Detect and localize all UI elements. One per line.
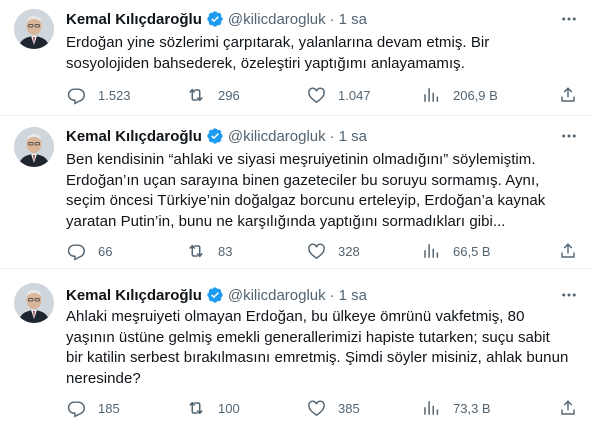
timestamp[interactable]: 1 sa	[339, 11, 367, 28]
more-options-icon[interactable]	[557, 285, 581, 305]
like-count: 1.047	[338, 87, 371, 103]
author-handle[interactable]: @kilicdarogluk	[228, 128, 326, 145]
like-button[interactable]: 328	[306, 240, 360, 262]
views-button[interactable]: 66,5 B	[421, 240, 491, 262]
separator-dot: ·	[329, 286, 335, 304]
like-count: 385	[338, 400, 360, 416]
tweet-header: Kemal Kılıçdaroğlu @kilicdarogluk · 1 sa	[66, 9, 367, 29]
retweet-count: 296	[218, 87, 240, 103]
reply-count: 185	[98, 400, 120, 416]
reply-button[interactable]: 66	[66, 240, 112, 262]
reply-icon	[66, 398, 86, 418]
verified-badge-icon	[206, 10, 224, 28]
avatar[interactable]	[14, 283, 54, 323]
views-icon	[421, 398, 441, 418]
retweet-icon	[186, 398, 206, 418]
share-icon	[558, 241, 578, 261]
tweet[interactable]: Kemal Kılıçdaroğlu @kilicdarogluk · 1 sa…	[0, 0, 593, 116]
tweet-text: Erdoğan yine sözlerimi çarpıtarak, yalan…	[66, 33, 581, 74]
like-icon	[306, 398, 326, 418]
views-button[interactable]: 206,9 B	[421, 84, 498, 106]
tweet-actions: 66 83 328 66,5 B	[66, 240, 581, 262]
reply-icon	[66, 241, 86, 261]
tweet-text-line: Ahlaki meşruiyeti olmayan Erdoğan, bu ül…	[66, 308, 525, 325]
timestamp[interactable]: 1 sa	[339, 128, 367, 145]
tweet-actions: 185 100 385 73,3 B	[66, 397, 581, 419]
views-icon	[421, 241, 441, 261]
share-button[interactable]	[558, 84, 578, 106]
tweet-header: Kemal Kılıçdaroğlu @kilicdarogluk · 1 sa	[66, 285, 367, 305]
views-icon	[421, 85, 441, 105]
retweet-button[interactable]: 100	[186, 397, 240, 419]
tweet[interactable]: Kemal Kılıçdaroğlu @kilicdarogluk · 1 sa…	[0, 116, 593, 269]
tweet-actions: 1.523 296 1.047 206,9 B	[66, 84, 581, 106]
retweet-button[interactable]: 296	[186, 84, 240, 106]
tweet-text-line: bir katilin serbest bırakılmasını emretm…	[66, 349, 569, 366]
tweet-text-line: seçim öncesi Türkiye’nin doğalgaz borcun…	[66, 192, 546, 209]
reply-button[interactable]: 185	[66, 397, 120, 419]
separator-dot: ·	[329, 127, 335, 145]
views-count: 73,3 B	[453, 400, 491, 416]
avatar[interactable]	[14, 9, 54, 49]
author-handle[interactable]: @kilicdarogluk	[228, 287, 326, 304]
verified-badge-icon	[206, 286, 224, 304]
more-options-icon[interactable]	[557, 126, 581, 146]
retweet-count: 83	[218, 243, 233, 259]
like-icon	[306, 85, 326, 105]
views-count: 66,5 B	[453, 243, 491, 259]
separator-dot: ·	[329, 10, 335, 28]
like-icon	[306, 241, 326, 261]
more-options-icon[interactable]	[557, 9, 581, 29]
avatar[interactable]	[14, 127, 54, 167]
reply-button[interactable]: 1.523	[66, 84, 131, 106]
reply-count: 66	[98, 243, 113, 259]
like-button[interactable]: 1.047	[306, 84, 371, 106]
reply-count: 1.523	[98, 87, 131, 103]
share-icon	[558, 398, 578, 418]
tweet-text-line: Ben kendisinin “ahlaki ve siyasi meşruiy…	[66, 151, 536, 168]
retweet-button[interactable]: 83	[186, 240, 232, 262]
author-name[interactable]: Kemal Kılıçdaroğlu	[66, 128, 202, 145]
retweet-icon	[186, 85, 206, 105]
tweet-thread: Kemal Kılıçdaroğlu @kilicdarogluk · 1 sa…	[0, 0, 593, 424]
author-handle[interactable]: @kilicdarogluk	[228, 11, 326, 28]
author-name[interactable]: Kemal Kılıçdaroğlu	[66, 11, 202, 28]
tweet-text-line: neresinde?	[66, 369, 141, 387]
share-button[interactable]	[558, 240, 578, 262]
tweet[interactable]: Kemal Kılıçdaroğlu @kilicdarogluk · 1 sa…	[0, 269, 593, 424]
timestamp[interactable]: 1 sa	[339, 287, 367, 304]
tweet-text: Ahlaki meşruiyeti olmayan Erdoğan, bu ül…	[66, 307, 581, 389]
tweet-text: Ben kendisinin “ahlaki ve siyasi meşruiy…	[66, 150, 581, 232]
tweet-text-line: yaşının üstüne gelmiş emekli generalleri…	[66, 328, 550, 346]
like-count: 328	[338, 243, 360, 259]
like-button[interactable]: 385	[306, 397, 360, 419]
share-icon	[558, 85, 578, 105]
verified-badge-icon	[206, 127, 224, 145]
author-name[interactable]: Kemal Kılıçdaroğlu	[66, 287, 202, 304]
views-button[interactable]: 73,3 B	[421, 397, 491, 419]
retweet-icon	[186, 241, 206, 261]
tweet-text-line: sosyolojiden bahsederek, özeleştiri yapt…	[66, 54, 465, 72]
share-button[interactable]	[558, 397, 578, 419]
tweet-text-line: yaratan Putin’in, bunu ne karşılığında y…	[66, 212, 506, 230]
views-count: 206,9 B	[453, 87, 498, 103]
tweet-header: Kemal Kılıçdaroğlu @kilicdarogluk · 1 sa	[66, 126, 367, 146]
tweet-text-line: Erdoğan’ın uçan sarayına binen gazetecil…	[66, 171, 540, 189]
retweet-count: 100	[218, 400, 240, 416]
reply-icon	[66, 85, 86, 105]
tweet-text-line: Erdoğan yine sözlerimi çarpıtarak, yalan…	[66, 34, 490, 51]
